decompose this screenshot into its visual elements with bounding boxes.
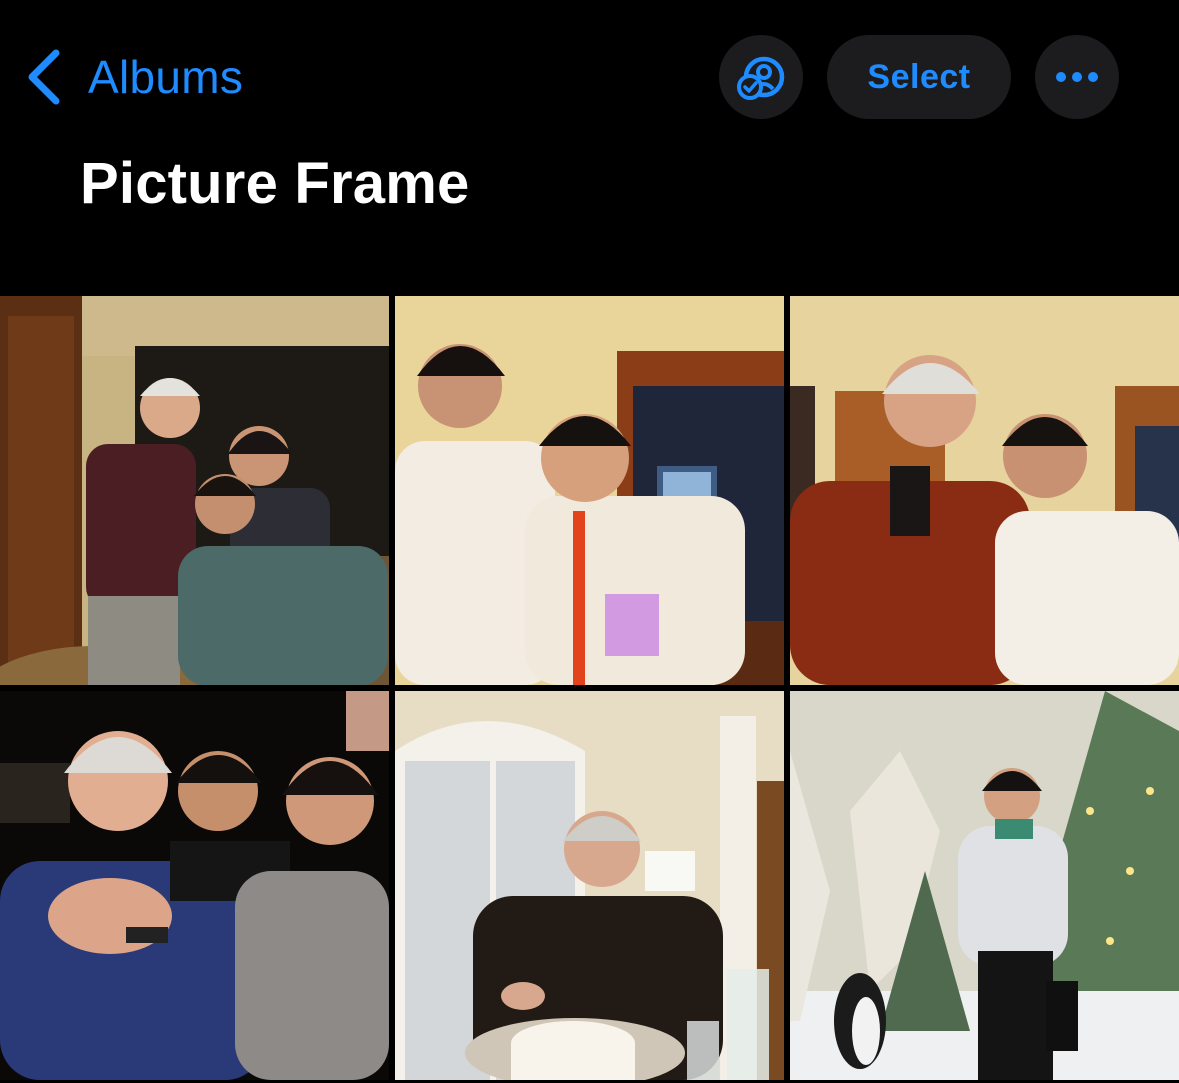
photo-image [395, 691, 784, 1080]
photo-thumbnail-2[interactable] [395, 296, 784, 685]
more-options-button[interactable] [1035, 35, 1119, 119]
back-label: Albums [88, 51, 244, 103]
photo-thumbnail-6[interactable] [790, 691, 1179, 1080]
photo-image [395, 296, 784, 685]
shared-library-button[interactable] [719, 35, 803, 119]
photo-thumbnail-3[interactable] [790, 296, 1179, 685]
photo-image [790, 296, 1179, 685]
photo-image [0, 296, 389, 685]
album-title: Picture Frame [80, 151, 470, 216]
photo-grid [0, 296, 1179, 1083]
ellipsis-icon [1056, 72, 1098, 82]
photo-thumbnail-1[interactable] [0, 296, 389, 685]
photo-image [0, 691, 389, 1080]
shared-library-person-check-icon [737, 56, 785, 100]
chevron-left-icon [28, 49, 60, 105]
back-to-albums-button[interactable]: Albums [22, 42, 243, 112]
photo-thumbnail-4[interactable] [0, 691, 389, 1080]
photo-thumbnail-5[interactable] [395, 691, 784, 1080]
navigation-bar: Albums Select Picture Frame [0, 0, 1179, 216]
photo-image [790, 691, 1179, 1080]
select-button[interactable]: Select [827, 35, 1011, 119]
